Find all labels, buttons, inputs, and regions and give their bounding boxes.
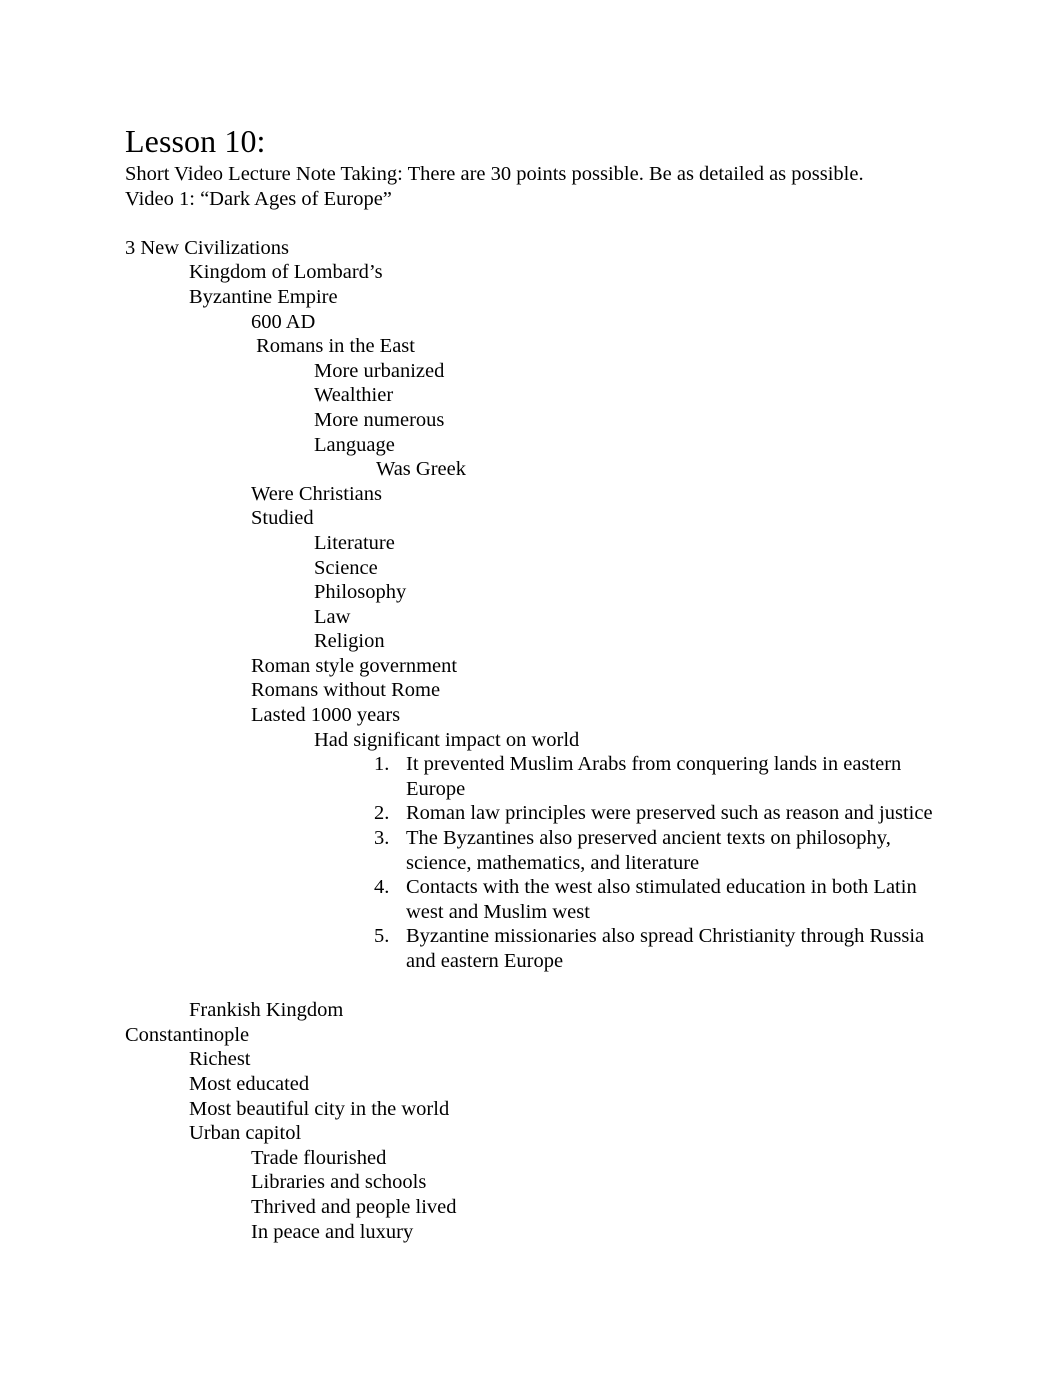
outline-item-literature: Literature xyxy=(314,531,395,554)
intro-line-1: Short Video Lecture Note Taking: There a… xyxy=(125,163,864,185)
list-item: 5. Byzantine missionaries also spread Ch… xyxy=(125,924,937,973)
outline-item-frankish-kingdom: Frankish Kingdom xyxy=(189,999,344,1022)
list-item: 3. The Byzantines also preserved ancient… xyxy=(125,826,937,875)
list-item-text: Byzantine missionaries also spread Chris… xyxy=(406,925,925,972)
outline-item-kingdom-of-lombards: Kingdom of Lombard’s xyxy=(189,261,383,284)
list-item-text: It prevented Muslim Arabs from conquerin… xyxy=(406,753,902,800)
outline-item-libraries-and-schools: Libraries and schools xyxy=(251,1171,427,1194)
outline-item-lasted-1000-years: Lasted 1000 years xyxy=(251,704,401,727)
outline-item-trade-flourished: Trade flourished xyxy=(251,1146,387,1169)
outline-item-urban-capitol: Urban capitol xyxy=(189,1122,302,1145)
list-item: 1. It prevented Muslim Arabs from conque… xyxy=(125,752,937,801)
outline-item-was-greek: Was Greek xyxy=(376,458,466,481)
outline-heading-3-new-civilizations: 3 New Civilizations xyxy=(125,236,289,259)
outline-item-roman-style-government: Roman style government xyxy=(251,654,458,677)
list-item-text: Contacts with the west also stimulated e… xyxy=(406,876,917,923)
outline-item-most-educated: Most educated xyxy=(189,1072,310,1095)
list-item: 4. Contacts with the west also stimulate… xyxy=(125,875,937,924)
outline-item-richest: Richest xyxy=(189,1048,251,1071)
outline-item-600-ad: 600 AD xyxy=(251,310,316,333)
outline-item-more-numerous: More numerous xyxy=(314,408,445,431)
outline-item-in-peace-and-luxury: In peace and luxury xyxy=(251,1220,414,1243)
document-page: Lesson 10: Short Video Lecture Note Taki… xyxy=(0,0,1062,1377)
outline-item-byzantine-empire: Byzantine Empire xyxy=(189,285,338,308)
list-marker: 1. xyxy=(374,753,390,776)
list-marker: 5. xyxy=(374,925,390,948)
list-marker: 2. xyxy=(374,802,390,825)
intro-line-2: Video 1: “Dark Ages of Europe” xyxy=(125,187,392,210)
outline-item-had-significant-impact: Had significant impact on world xyxy=(314,728,580,751)
list-marker: 4. xyxy=(374,876,390,899)
outline-item-more-urbanized: More urbanized xyxy=(314,359,445,382)
list-item: 2. Roman law principles were preserved s… xyxy=(125,801,937,826)
impacts-numbered-list: 1. It prevented Muslim Arabs from conque… xyxy=(125,752,937,973)
outline-item-language: Language xyxy=(314,433,395,456)
outline-item-were-christians: Were Christians xyxy=(251,482,382,505)
outline-item-romans-without-rome: Romans without Rome xyxy=(251,679,441,702)
outline-item-religion: Religion xyxy=(314,630,385,653)
outline-item-wealthier: Wealthier xyxy=(314,384,394,407)
document-body: Lesson 10: Short Video Lecture Note Taki… xyxy=(125,122,937,1244)
outline-item-thrived-and-people-lived: Thrived and people lived xyxy=(251,1195,457,1218)
list-marker: 3. xyxy=(374,827,390,850)
outline-item-science: Science xyxy=(314,556,378,579)
outline-item-romans-in-the-east: Romans in the East xyxy=(251,335,415,358)
outline-item-most-beautiful-city: Most beautiful city in the world xyxy=(189,1097,450,1120)
outline-heading-constantinople: Constantinople xyxy=(125,1023,250,1046)
list-item-text: The Byzantines also preserved ancient te… xyxy=(406,827,891,874)
outline-item-law: Law xyxy=(314,605,351,628)
outline-item-studied: Studied xyxy=(251,507,314,530)
outline-item-philosophy: Philosophy xyxy=(314,581,407,604)
list-item-text: Roman law principles were preserved such… xyxy=(406,802,933,825)
page-title: Lesson 10: xyxy=(125,123,266,159)
